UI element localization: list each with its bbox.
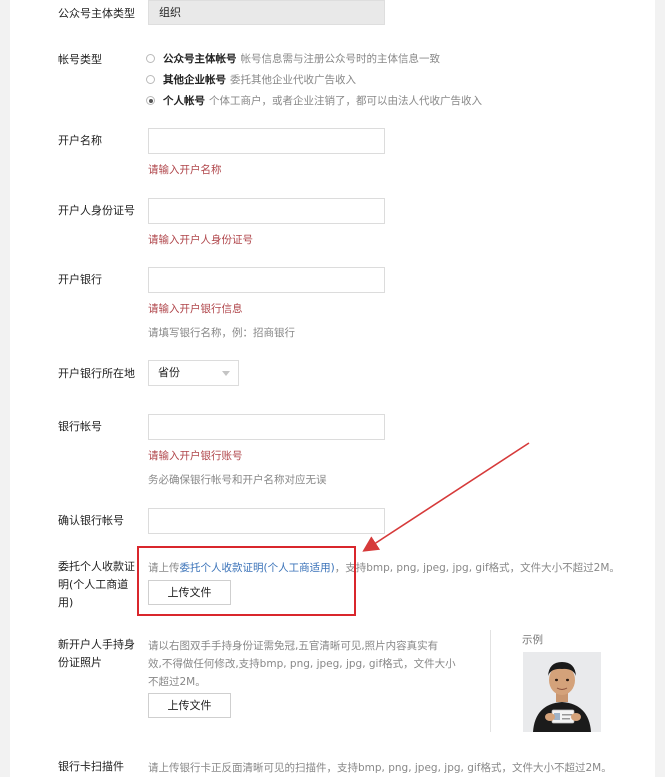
settlement-form-panel: 公众号主体类型 组织 帐号类型 公众号主体帐号 帐号信息需与注册公众号时的主体信息… bbox=[10, 0, 655, 777]
annotation-arrow-icon bbox=[362, 442, 530, 552]
